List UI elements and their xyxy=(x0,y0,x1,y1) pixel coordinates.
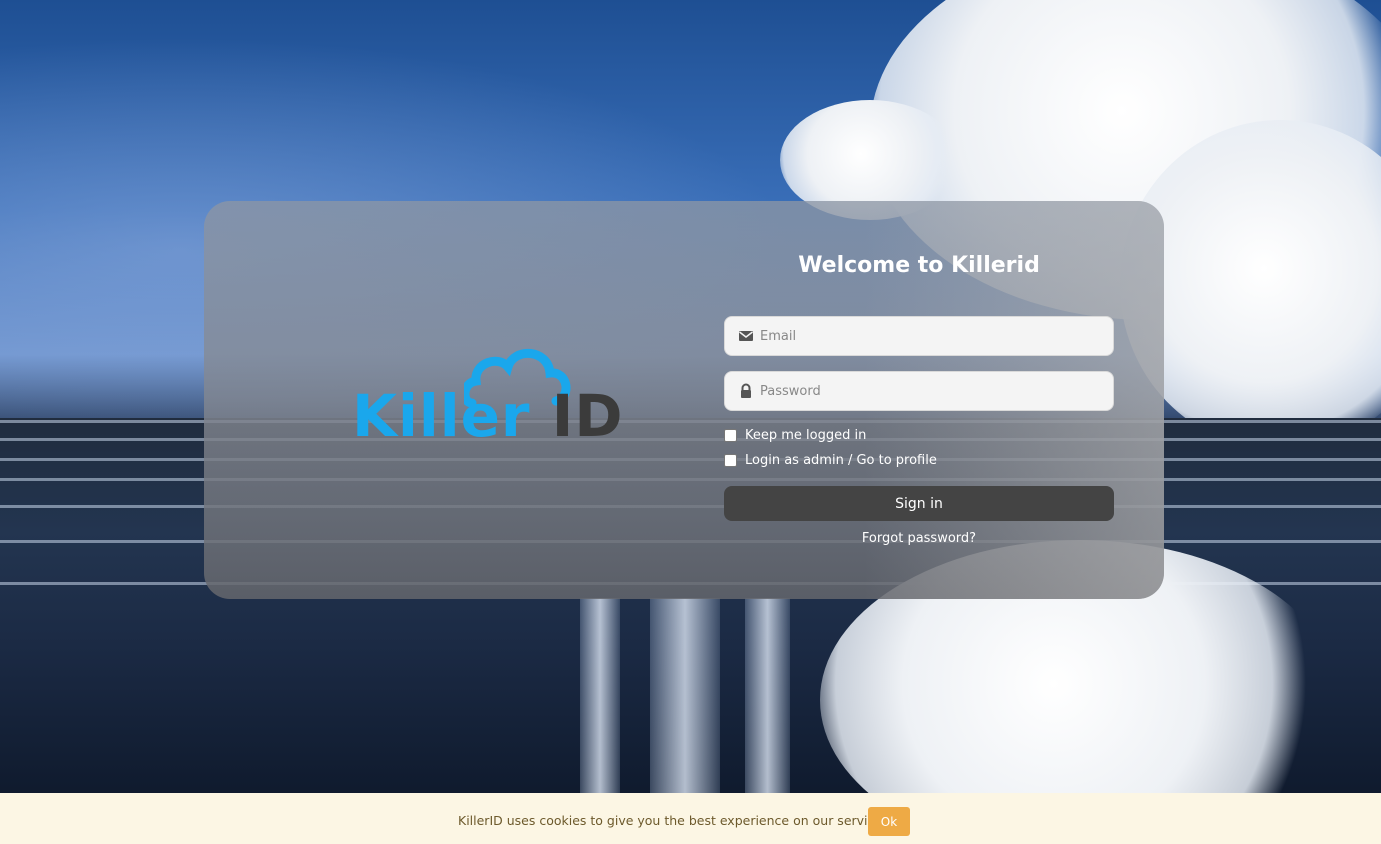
killerid-logo: Killer ID xyxy=(352,347,622,447)
sign-in-button[interactable]: Sign in xyxy=(724,486,1114,521)
password-input[interactable] xyxy=(760,372,1100,410)
keep-logged-in-row[interactable]: Keep me logged in xyxy=(724,426,866,444)
admin-login-row[interactable]: Login as admin / Go to profile xyxy=(724,451,937,469)
keep-logged-in-checkbox[interactable] xyxy=(724,428,737,442)
keep-logged-in-label: Keep me logged in xyxy=(745,427,867,443)
building-spine xyxy=(650,598,720,798)
building-spine xyxy=(745,598,790,798)
logo-wordmark: Killer ID xyxy=(352,385,623,447)
login-card: Killer ID Welcome to Killerid Keep me lo… xyxy=(204,201,1164,599)
page-title: Welcome to Killerid xyxy=(798,253,1040,278)
email-input[interactable] xyxy=(760,317,1100,355)
lock-icon xyxy=(741,383,751,398)
logo-text-secondary: ID xyxy=(551,382,624,450)
cookie-banner: KillerID uses cookies to give you the be… xyxy=(0,793,1381,844)
forgot-password-link[interactable]: Forgot password? xyxy=(724,531,1114,546)
building-spine xyxy=(580,598,620,798)
logo-text-primary: Killer xyxy=(352,382,531,450)
envelope-icon xyxy=(739,331,753,341)
admin-login-label: Login as admin / Go to profile xyxy=(745,452,937,468)
cookie-text: KillerID uses cookies to give you the be… xyxy=(458,813,887,828)
password-field[interactable] xyxy=(724,371,1114,411)
cookie-ok-button[interactable]: Ok xyxy=(868,807,910,836)
email-field[interactable] xyxy=(724,316,1114,356)
admin-login-checkbox[interactable] xyxy=(724,453,737,467)
